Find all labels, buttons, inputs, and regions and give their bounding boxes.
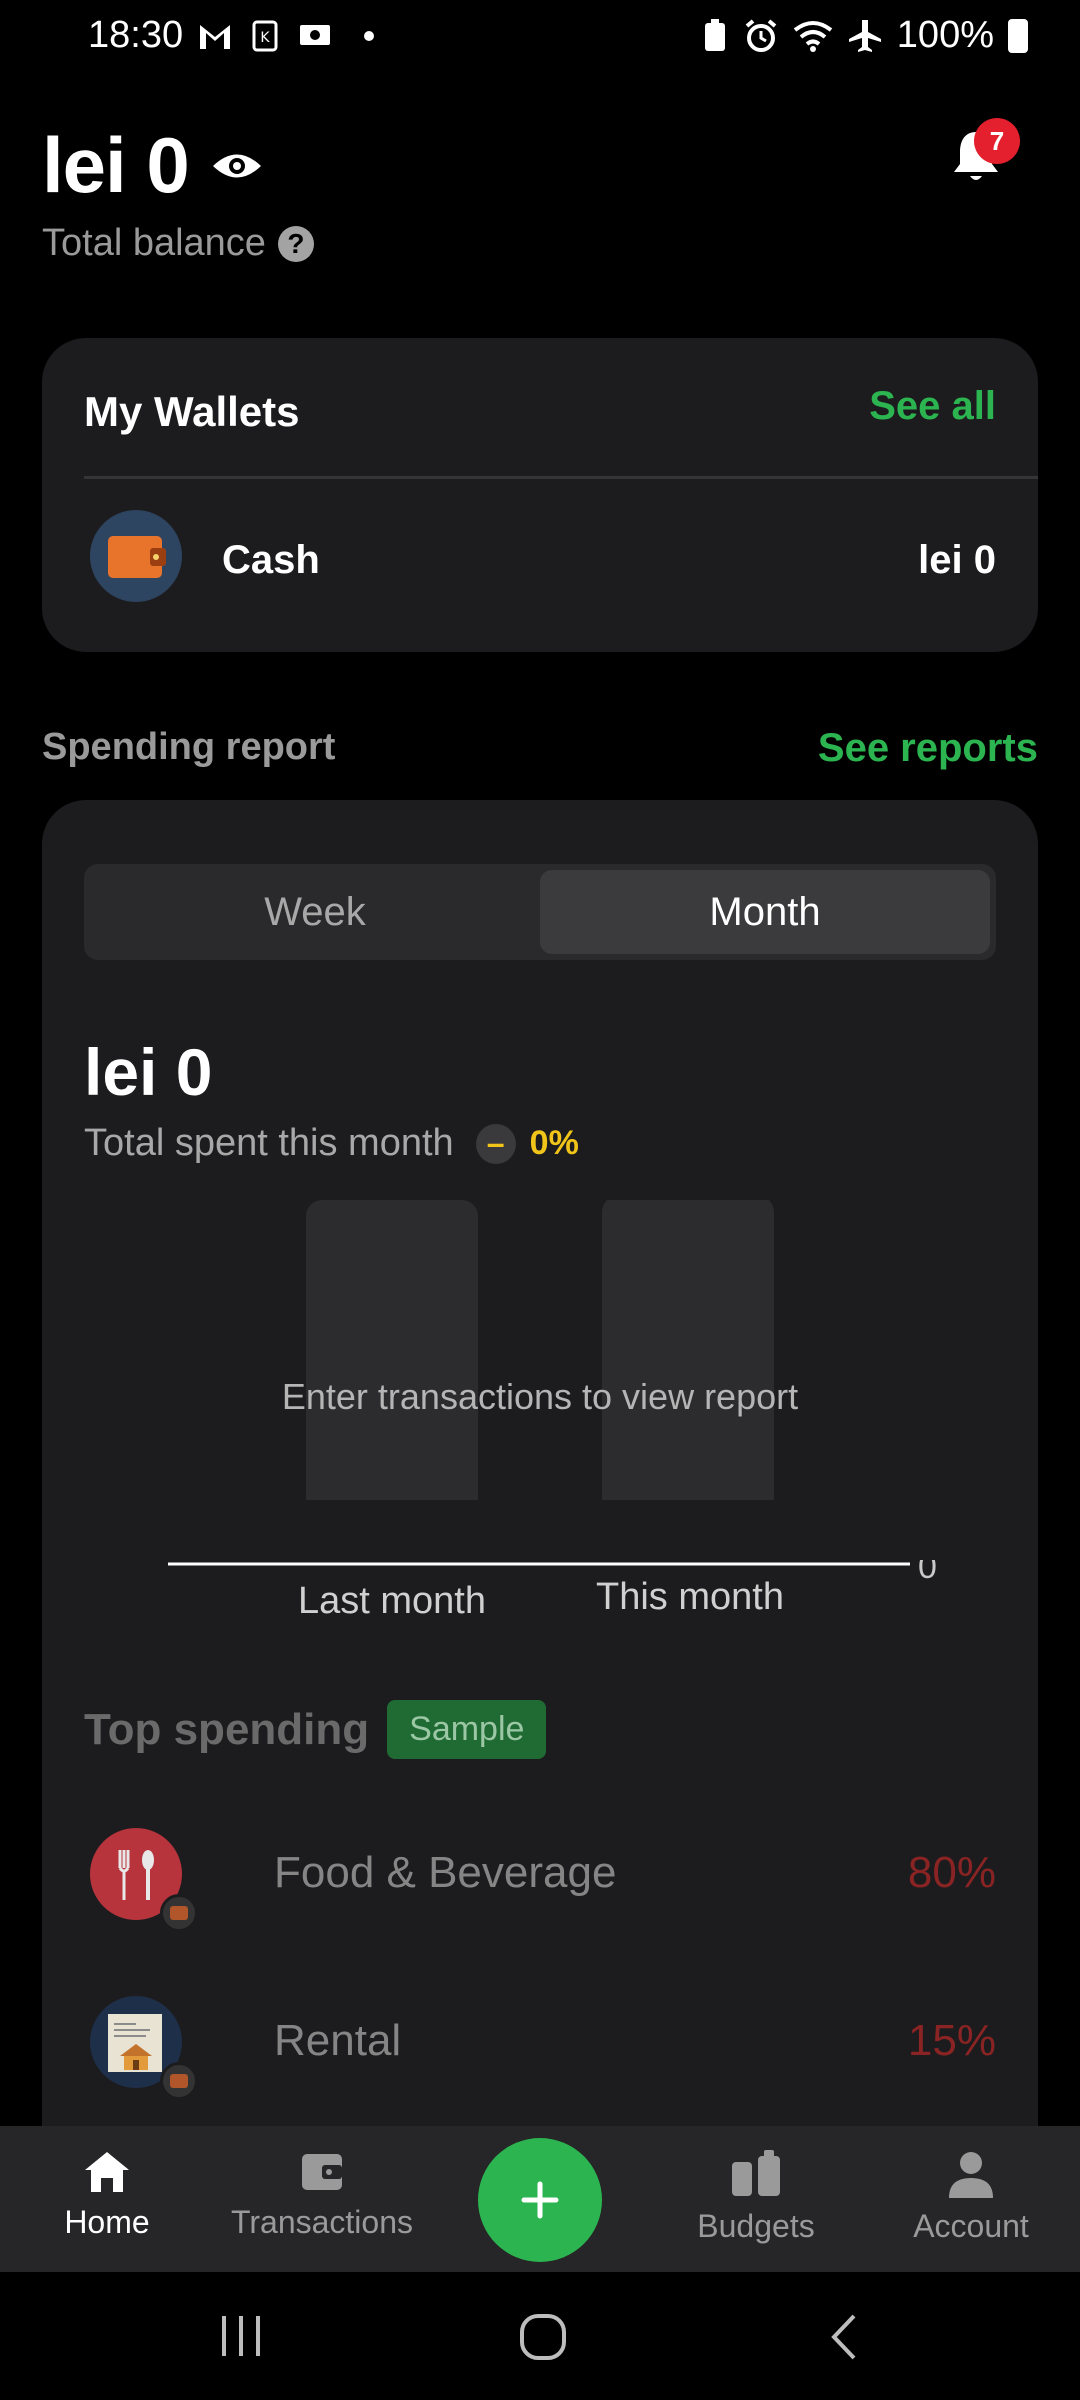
category-percent: 80% [907,1848,996,1897]
balance-label: Total balance [42,222,266,264]
bar-this-month [602,1200,774,1500]
chart-empty-message: Enter transactions to view report [281,1376,799,1417]
k-app-icon: K [252,20,278,52]
back-icon[interactable] [826,2312,862,2362]
tab-month[interactable]: Month [540,870,990,954]
y-tick-label: 0 [918,1560,937,1586]
list-item[interactable]: Food & Beverage 80% [84,1828,996,1938]
status-notification-icons: K [198,20,374,52]
budgets-icon [732,2150,780,2196]
top-spending-title: Top spending [84,1704,370,1754]
category-name: Rental [274,2016,402,2065]
category-name: Food & Beverage [274,1848,617,1897]
more-notifications-dot [364,31,374,41]
nav-transactions[interactable]: Transactions [222,2148,422,2241]
total-balance: lei 0 [42,120,263,211]
x-label-this-month: This month [596,1576,784,1618]
wallet-mini-icon [160,2062,198,2100]
system-nav-bar [0,2272,1080,2400]
home-icon [85,2152,129,2192]
plus-icon [521,2181,559,2219]
person-icon [949,2152,993,2198]
battery-percent: 100% [896,14,994,56]
period-toggle: Week Month [84,864,996,960]
notification-badge: 7 [974,118,1020,164]
eye-icon[interactable] [211,149,263,183]
nav-home-label: Home [64,2204,150,2240]
x-label-last-month: Last month [298,1580,486,1622]
nav-budgets[interactable]: Budgets [656,2148,856,2245]
status-time: 18:30 [88,14,184,56]
total-spent-row: Total spent this month – 0% [84,1122,579,1165]
gmail-icon [200,25,230,49]
alarm-icon [745,18,777,52]
wallets-title: My Wallets [84,388,300,435]
divider [84,476,1038,479]
see-all-link[interactable]: See all [869,384,996,429]
category-percent: 15% [907,2016,996,2065]
total-spent-amount: lei 0 [84,1035,213,1109]
spending-bar-chart [306,1200,774,1500]
nav-budgets-label: Budgets [697,2208,815,2244]
total-spent-label: Total spent this month [84,1122,454,1164]
wallet-name[interactable]: Cash [222,538,320,583]
nav-account-label: Account [913,2208,1029,2244]
wifi-icon [793,20,833,52]
spending-report-card: Week Month lei 0 Total spent this month … [42,800,1038,2130]
wallet-icon [90,510,182,602]
wallets-card: My Wallets See all Cash lei 0 [42,338,1038,652]
battery-icon [1008,18,1028,53]
balance-label-row: Total balance ? [42,222,314,265]
sample-badge: Sample [387,1700,547,1759]
money-icon [300,25,330,45]
chart-axis: 0 [168,1560,937,1586]
list-item[interactable]: Rental 15% [84,1996,996,2106]
spending-report-title: Spending report [42,726,336,768]
nav-transactions-label: Transactions [231,2204,413,2240]
wallet-mini-icon [160,1894,198,1932]
balance-amount: lei 0 [42,121,190,209]
status-bar: 18:30 K 100% [0,0,1080,76]
nav-account[interactable]: Account [871,2148,1071,2245]
help-icon[interactable]: ? [277,225,314,262]
battery-saver-icon [704,18,725,51]
add-transaction-button[interactable] [478,2138,602,2262]
bar-last-month [306,1200,478,1500]
recent-apps-icon[interactable] [218,2314,264,2358]
change-indicator-icon: – [475,1123,516,1164]
home-button-icon[interactable] [518,2312,568,2362]
status-system-icons: 100% [701,14,1028,57]
wallet-amount: lei 0 [918,538,996,582]
see-reports-link[interactable]: See reports [818,726,1038,771]
svg-text:K: K [260,30,270,46]
tab-week[interactable]: Week [90,870,540,954]
wallet-icon [302,2154,342,2190]
change-percent: 0% [529,1124,579,1162]
nav-home[interactable]: Home [7,2148,207,2241]
top-spending-header: Top spending Sample [84,1700,547,1759]
airplane-mode-icon [848,19,881,52]
